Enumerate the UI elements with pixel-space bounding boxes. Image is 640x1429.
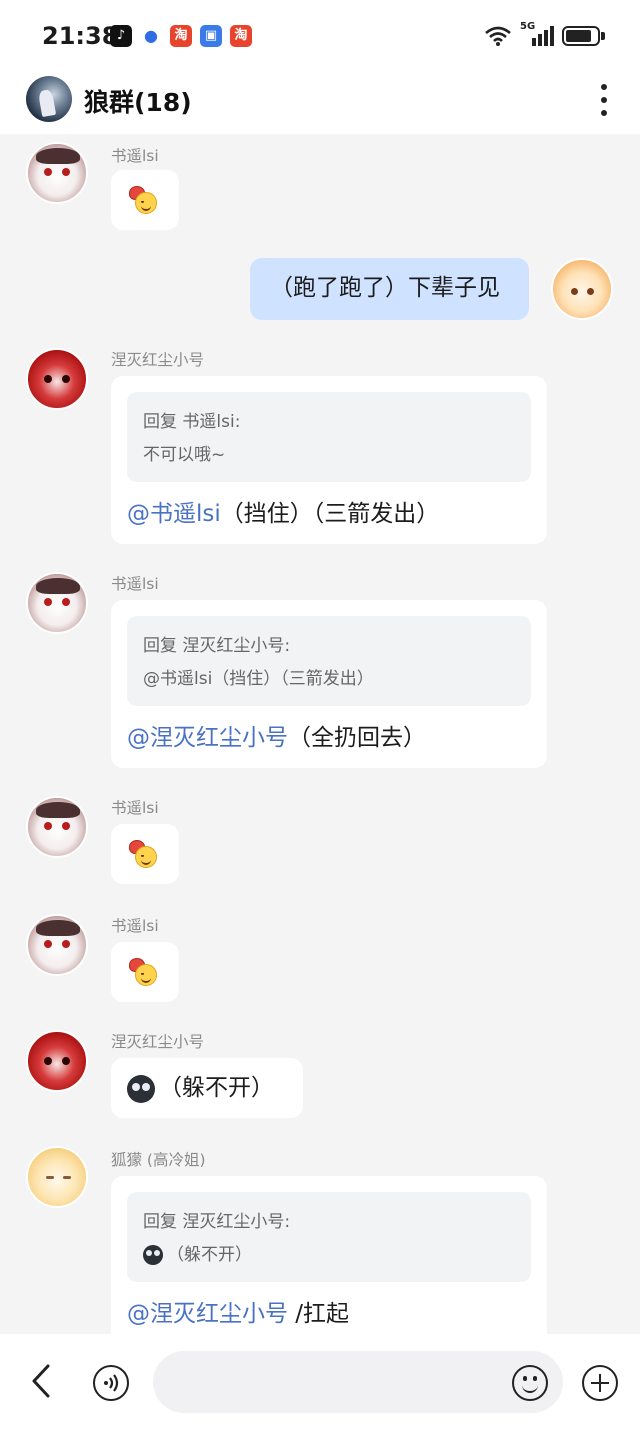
voice-wave-icon bbox=[104, 1374, 119, 1392]
avatar[interactable] bbox=[26, 1146, 88, 1208]
more-dot-icon bbox=[601, 97, 607, 103]
message-body: （挡住）（三箭发出） bbox=[220, 501, 440, 527]
status-indicators: 5G bbox=[484, 21, 605, 48]
status-bar: 21:38 ♪ ● 淘 ▣ 淘 5G bbox=[0, 0, 640, 70]
avatar[interactable] bbox=[26, 142, 88, 204]
avatar[interactable] bbox=[26, 796, 88, 858]
group-avatar[interactable] bbox=[26, 76, 72, 122]
sender-name: 书遥lsi bbox=[111, 147, 159, 165]
avatar[interactable] bbox=[26, 914, 88, 976]
status-app-icons: ♪ ● 淘 ▣ 淘 bbox=[110, 25, 252, 47]
quote-text: （躲不开） bbox=[167, 1245, 252, 1265]
quote-title: 回复 书遥lsi: bbox=[143, 412, 241, 432]
message-bubble[interactable]: （跑了跑了）下辈子见 bbox=[250, 258, 529, 320]
status-time: 21:38 bbox=[42, 22, 119, 50]
avatar[interactable] bbox=[26, 1030, 88, 1092]
heart-hand-smile-emoji-icon bbox=[129, 840, 157, 868]
sender-name: 书遥lsi bbox=[111, 917, 159, 935]
chat-header: 狼群(18) bbox=[0, 70, 640, 134]
quote-text: @书遥lsi（挡住）（三箭发出） bbox=[143, 669, 374, 689]
mention-link[interactable]: @书遥lsi bbox=[127, 501, 221, 527]
group-title[interactable]: 狼群(18) bbox=[84, 83, 192, 119]
taobao-special-icon: 淘 bbox=[230, 25, 252, 47]
sender-name: 涅灭红尘小号 bbox=[111, 351, 205, 369]
message-body: /扛起 bbox=[288, 1301, 350, 1327]
quote-text-row: （躲不开） bbox=[143, 1239, 515, 1272]
baidu-icon: ● bbox=[140, 25, 162, 47]
reply-quote[interactable]: 回复 书遥lsi: 不可以哦~ bbox=[127, 392, 531, 482]
wifi-icon bbox=[485, 26, 511, 46]
more-dot-icon bbox=[601, 84, 607, 90]
mention-link[interactable]: @涅灭红尘小号 bbox=[127, 725, 288, 751]
battery-icon bbox=[562, 26, 605, 46]
chat-message-list[interactable]: 书遥lsi （跑了跑了）下辈子见 涅灭红尘小号 回复 书遥lsi: 不可以哦~ … bbox=[0, 134, 640, 1334]
message-bubble[interactable] bbox=[111, 824, 179, 884]
avatar[interactable] bbox=[26, 572, 88, 634]
quote-title: 回复 涅灭红尘小号: bbox=[143, 636, 291, 656]
message-bubble[interactable]: 回复 书遥lsi: 不可以哦~ @书遥lsi（挡住）（三箭发出） bbox=[111, 376, 547, 544]
signal-icon: 5G bbox=[520, 21, 554, 48]
heart-hand-smile-emoji-icon bbox=[129, 186, 157, 214]
message-input[interactable] bbox=[153, 1351, 563, 1413]
reply-quote[interactable]: 回复 涅灭红尘小号: @书遥lsi（挡住）（三箭发出） bbox=[127, 616, 531, 706]
message-body: （全扔回去） bbox=[288, 725, 426, 751]
message-text: @涅灭红尘小号（全扔回去） bbox=[127, 722, 426, 754]
skull-emoji-icon bbox=[127, 1074, 155, 1103]
reply-quote[interactable]: 回复 涅灭红尘小号: （躲不开） bbox=[127, 1192, 531, 1282]
avatar-self[interactable] bbox=[551, 258, 613, 320]
avatar[interactable] bbox=[26, 348, 88, 410]
voice-input-button[interactable] bbox=[93, 1365, 129, 1401]
quote-text: 不可以哦~ bbox=[143, 445, 226, 465]
more-options-button[interactable] bbox=[594, 82, 614, 118]
input-bar bbox=[0, 1334, 640, 1429]
message-text: @涅灭红尘小号 /扛起 bbox=[127, 1298, 349, 1330]
more-actions-plus-button[interactable] bbox=[582, 1365, 618, 1401]
sender-name: 涅灭红尘小号 bbox=[111, 1033, 205, 1051]
message-bubble[interactable]: 回复 涅灭红尘小号: @书遥lsi（挡住）（三箭发出） @涅灭红尘小号（全扔回去… bbox=[111, 600, 547, 768]
sender-name: 书遥lsi bbox=[111, 799, 159, 817]
app-box-icon: ▣ bbox=[200, 25, 222, 47]
message-bubble[interactable] bbox=[111, 170, 179, 230]
skull-emoji-icon bbox=[143, 1245, 163, 1265]
sender-name: 书遥lsi bbox=[111, 575, 159, 593]
message-bubble[interactable]: 回复 涅灭红尘小号: （躲不开） @涅灭红尘小号 /扛起 bbox=[111, 1176, 547, 1334]
battery-level bbox=[566, 30, 591, 42]
message-body: （躲不开） bbox=[159, 1075, 274, 1101]
message-bubble[interactable] bbox=[111, 942, 179, 1002]
sender-name: 狐獴 (高冷姐) bbox=[111, 1151, 206, 1169]
mention-link[interactable]: @涅灭红尘小号 bbox=[127, 1301, 288, 1327]
message-bubble[interactable]: （躲不开） bbox=[111, 1058, 303, 1118]
tiktok-icon: ♪ bbox=[110, 25, 132, 47]
emoji-picker-button[interactable] bbox=[512, 1365, 548, 1401]
taobao-icon: 淘 bbox=[170, 25, 192, 47]
back-arrow-icon[interactable] bbox=[26, 1362, 58, 1400]
quote-title: 回复 涅灭红尘小号: bbox=[143, 1212, 291, 1232]
more-dot-icon bbox=[601, 110, 607, 116]
message-text: @书遥lsi（挡住）（三箭发出） bbox=[127, 498, 439, 530]
heart-hand-smile-emoji-icon bbox=[129, 958, 157, 986]
